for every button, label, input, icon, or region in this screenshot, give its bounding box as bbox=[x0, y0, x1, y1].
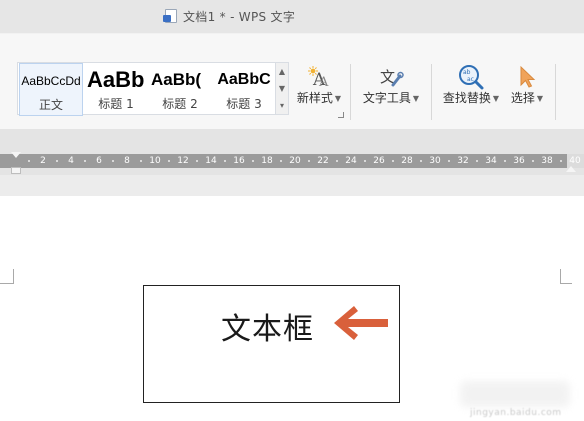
text-tools-icon: 文 bbox=[378, 64, 404, 90]
ruler-tick-dot bbox=[28, 160, 30, 162]
select-label: 选择 ▼ bbox=[510, 91, 544, 105]
style-heading-2[interactable]: AaBb( 标题 2 bbox=[149, 63, 211, 116]
annotation-arrow-icon bbox=[334, 306, 388, 340]
style-preview: AaBb( bbox=[151, 70, 202, 89]
ruler-tick-dot bbox=[168, 160, 170, 162]
ruler-bottom-strip bbox=[0, 175, 584, 196]
text-tools-button[interactable]: 文 文字工具 ▼ bbox=[360, 64, 422, 118]
ruler-tick-label: 20 bbox=[289, 156, 301, 166]
ribbon: AaBbCcDd 正文 AaBb 标题 1 AaBb( 标题 2 AaBbC 标… bbox=[0, 33, 584, 129]
scroll-down-icon[interactable]: ▼ bbox=[279, 84, 285, 93]
style-name: 标题 2 bbox=[162, 97, 198, 111]
ruler-tick-dot bbox=[84, 160, 86, 162]
horizontal-ruler-area: 2 4 6 8 10 12 14 16 18 20 22 24 26 28 30 32 34 36 38 40 bbox=[0, 129, 584, 196]
chevron-down-icon: ▼ bbox=[412, 94, 420, 103]
scroll-up-icon[interactable]: ▲ bbox=[279, 67, 285, 76]
ruler-tick-dot bbox=[56, 160, 58, 162]
style-preview: AaBbC bbox=[217, 71, 271, 88]
ruler-tick-dot bbox=[308, 160, 310, 162]
ruler-tick-label: 10 bbox=[149, 156, 161, 166]
ruler-tick-dot bbox=[336, 160, 338, 162]
ruler-tick-label: 24 bbox=[345, 156, 357, 166]
text-tools-label: 文字工具 ▼ bbox=[362, 91, 420, 105]
ruler-tick-label: 34 bbox=[485, 156, 497, 166]
ruler-tick-label: 6 bbox=[96, 156, 102, 166]
new-style-button[interactable]: A A 新样式 ▼ bbox=[293, 64, 345, 118]
style-preview: AaBbCcDd bbox=[21, 74, 81, 88]
ruler-tick-label: 36 bbox=[513, 156, 525, 166]
chevron-down-icon: ▼ bbox=[492, 94, 500, 103]
watermark-text: jingyan.baidu.com bbox=[470, 408, 562, 418]
ruler-tick-label: 26 bbox=[373, 156, 385, 166]
find-replace-icon: ab ac bbox=[457, 64, 485, 90]
svg-text:A: A bbox=[318, 75, 329, 89]
page-corner-mark-right bbox=[560, 269, 572, 284]
watermark: jingyan.baidu.com bbox=[450, 381, 580, 421]
style-gallery-box: AaBbCcDd 正文 AaBb 标题 1 AaBb( 标题 2 AaBbC 标… bbox=[17, 62, 277, 116]
ruler-tick-dot bbox=[448, 160, 450, 162]
ruler-tick-dot bbox=[476, 160, 478, 162]
ruler-tick-dot bbox=[504, 160, 506, 162]
ruler-tick-dot bbox=[280, 160, 282, 162]
chevron-down-icon: ▼ bbox=[334, 94, 342, 103]
dialog-launcher-icon[interactable] bbox=[338, 112, 344, 118]
select-cursor-icon bbox=[517, 64, 537, 90]
style-gallery-scroll[interactable]: ▲ ▼ ▾ bbox=[275, 62, 289, 115]
style-name: 标题 3 bbox=[226, 97, 262, 111]
document-page[interactable]: 文本框 jingyan.baidu.com bbox=[0, 196, 584, 421]
style-preview: AaBb bbox=[87, 67, 145, 92]
text-box[interactable]: 文本框 bbox=[143, 285, 400, 403]
style-name: 标题 1 bbox=[98, 97, 134, 111]
ruler-tick-label: 32 bbox=[457, 156, 469, 166]
page-corner-mark-left bbox=[0, 269, 14, 284]
ruler-tick-label: 28 bbox=[401, 156, 413, 166]
ruler-tick-label: 8 bbox=[124, 156, 130, 166]
find-replace-button[interactable]: ab ac 查找替换 ▼ bbox=[440, 64, 502, 118]
ruler-tick-dot bbox=[364, 160, 366, 162]
ruler-tick-label: 12 bbox=[177, 156, 189, 166]
ruler-tick-dot bbox=[420, 160, 422, 162]
ruler-tick-dot bbox=[140, 160, 142, 162]
title-bar: 文档1 * - WPS 文字 bbox=[0, 0, 584, 33]
svg-text:ac: ac bbox=[467, 76, 474, 83]
find-replace-label: 查找替换 ▼ bbox=[442, 91, 500, 105]
style-heading-1[interactable]: AaBb 标题 1 bbox=[85, 63, 147, 116]
ruler-tick-label: 30 bbox=[429, 156, 441, 166]
wps-writer-doc-icon bbox=[163, 9, 177, 23]
ruler-tick-dot bbox=[252, 160, 254, 162]
new-style-label: 新样式 ▼ bbox=[296, 91, 342, 105]
ruler-tick-label: 2 bbox=[40, 156, 46, 166]
select-button[interactable]: 选择 ▼ bbox=[506, 64, 548, 118]
ruler-tick-dot bbox=[196, 160, 198, 162]
ruler-tick-label: 4 bbox=[68, 156, 74, 166]
chevron-down-icon: ▼ bbox=[536, 94, 544, 103]
ruler-tick-label: 16 bbox=[233, 156, 245, 166]
ruler-tick-dot bbox=[560, 160, 562, 162]
ruler-tick-label: 14 bbox=[205, 156, 217, 166]
watermark-logo bbox=[460, 381, 570, 407]
new-style-icon: A A bbox=[306, 64, 332, 90]
style-heading-3[interactable]: AaBbC 标题 3 bbox=[213, 63, 275, 116]
ruler-tick-label: 22 bbox=[317, 156, 329, 166]
first-line-indent-marker[interactable] bbox=[11, 152, 21, 158]
ruler-tick-label: 38 bbox=[541, 156, 553, 166]
horizontal-ruler[interactable]: 2 4 6 8 10 12 14 16 18 20 22 24 26 28 30 32 34 36 38 40 bbox=[0, 154, 584, 168]
style-normal[interactable]: AaBbCcDd 正文 bbox=[19, 63, 83, 116]
window-title: 文档1 * - WPS 文字 bbox=[183, 9, 296, 24]
ruler-tick-dot bbox=[112, 160, 114, 162]
right-indent-marker[interactable] bbox=[566, 166, 576, 172]
gallery-expand-icon[interactable]: ▾ bbox=[280, 101, 284, 110]
ribbon-separator bbox=[350, 64, 351, 120]
style-name: 正文 bbox=[38, 98, 63, 112]
ruler-tick-dot bbox=[532, 160, 534, 162]
ruler-tick-dot bbox=[224, 160, 226, 162]
text-box-content[interactable]: 文本框 bbox=[221, 304, 314, 348]
ruler-tick-label: 18 bbox=[261, 156, 273, 166]
left-indent-marker[interactable] bbox=[11, 167, 21, 174]
window-title-group: 文档1 * - WPS 文字 bbox=[163, 7, 296, 25]
ribbon-separator bbox=[431, 64, 432, 120]
svg-text:ab: ab bbox=[463, 69, 471, 76]
ribbon-separator bbox=[555, 64, 556, 120]
ruler-tick-dot bbox=[392, 160, 394, 162]
